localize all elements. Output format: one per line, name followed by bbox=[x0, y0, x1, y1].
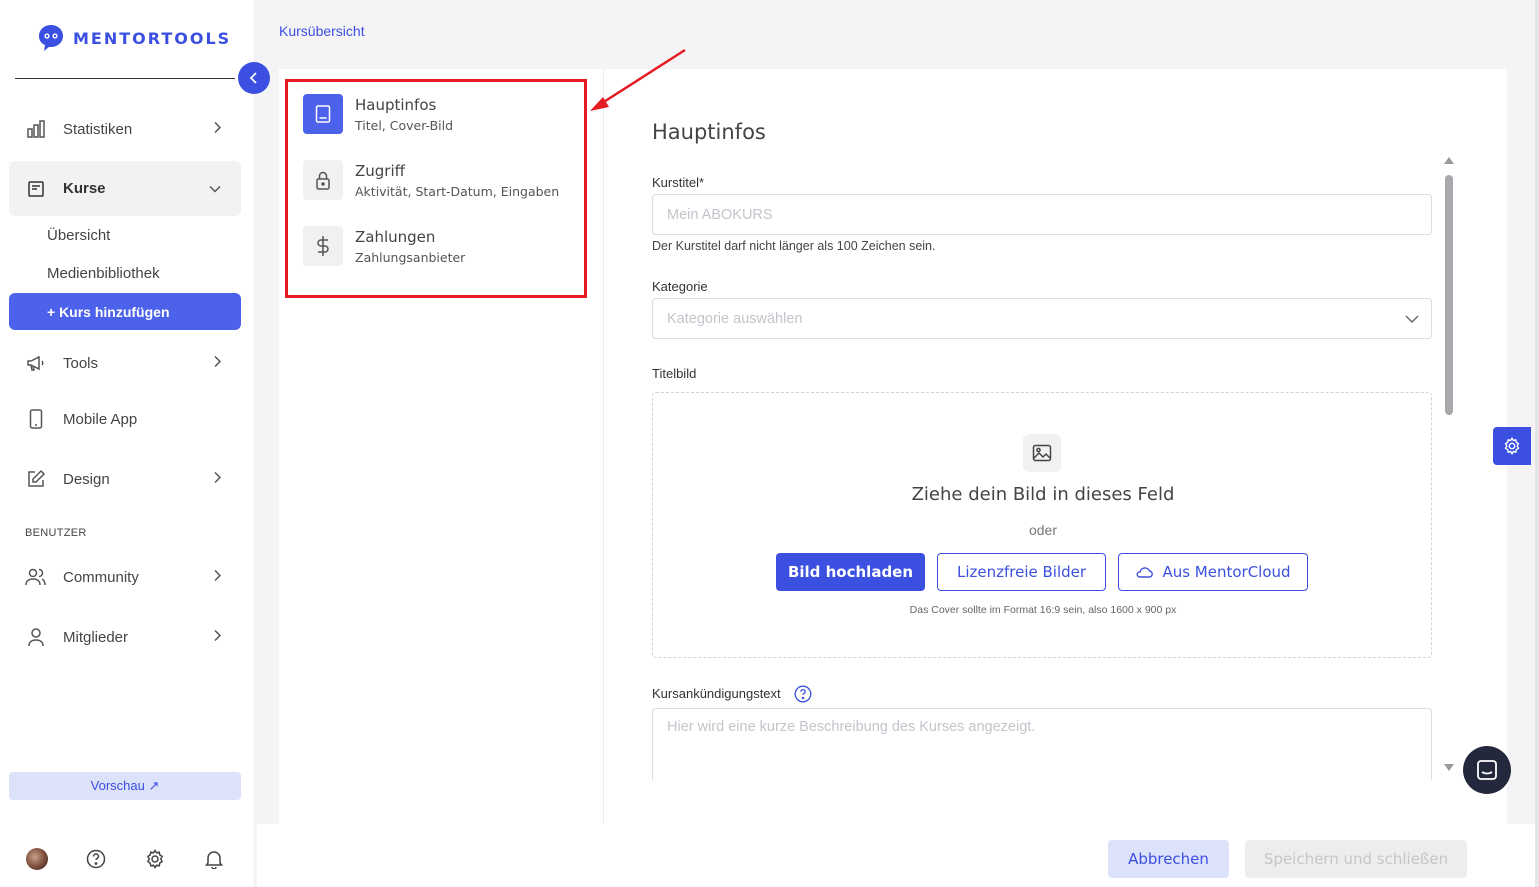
divider bbox=[15, 78, 235, 79]
scroll-down-icon bbox=[1444, 764, 1454, 771]
dollar-icon bbox=[303, 226, 343, 266]
step-zahlungen[interactable]: Zahlungen Zahlungsanbieter bbox=[303, 226, 465, 266]
sidebar-item-label: Tools bbox=[63, 354, 99, 372]
sidebar-item-label: Statistiken bbox=[63, 120, 133, 138]
dropzone-or: oder bbox=[1028, 522, 1058, 538]
step-title: Zugriff bbox=[355, 161, 405, 180]
category-select-value: Kategorie auswählen bbox=[667, 310, 803, 327]
sidebar-item-label: Kurse bbox=[63, 180, 106, 197]
image-dropzone[interactable]: Ziehe dein Bild in dieses Feld oder Bild… bbox=[652, 392, 1432, 658]
phone-icon bbox=[25, 408, 47, 430]
chevron-right-icon bbox=[213, 121, 222, 138]
chevron-down-icon bbox=[209, 180, 221, 197]
chat-launcher-button[interactable] bbox=[1463, 746, 1511, 794]
users-icon bbox=[25, 566, 47, 588]
sidebar-item-statistiken[interactable]: Statistiken bbox=[9, 107, 241, 151]
dropzone-title: Ziehe dein Bild in dieses Feld bbox=[911, 484, 1175, 505]
course-title-label: Kurstitel* bbox=[652, 175, 705, 190]
sidebar-item-mobile-app[interactable]: Mobile App bbox=[9, 397, 241, 441]
brand-name: MENTORTOOLS bbox=[73, 28, 232, 48]
sidebar-item-label: Community bbox=[63, 568, 139, 586]
cancel-button[interactable]: Abbrechen bbox=[1108, 840, 1229, 878]
user-icon bbox=[25, 626, 47, 648]
sidebar-item-community[interactable]: Community bbox=[9, 555, 241, 599]
chevron-right-icon bbox=[213, 569, 222, 586]
megaphone-icon bbox=[25, 352, 47, 374]
step-title: Zahlungen bbox=[355, 227, 436, 246]
breadcrumb[interactable]: Kursübersicht bbox=[279, 23, 365, 39]
preview-button[interactable]: Vorschau ↗ bbox=[9, 772, 241, 800]
pencil-icon bbox=[25, 468, 47, 490]
page-title: Hauptinfos bbox=[652, 120, 766, 144]
bar-chart-icon bbox=[25, 118, 47, 140]
page-scrollbar[interactable] bbox=[1535, 0, 1539, 887]
sidebar-sub-medienbibliothek[interactable]: Medienbibliothek bbox=[47, 265, 160, 282]
chevron-right-icon bbox=[213, 471, 222, 488]
free-images-button[interactable]: Lizenzfreie Bilder bbox=[937, 553, 1106, 591]
collapse-sidebar-button[interactable] bbox=[238, 62, 270, 94]
robot-logo-icon bbox=[39, 25, 63, 51]
announcement-label: Kursankündigungstext bbox=[652, 686, 781, 701]
scroll-up-icon bbox=[1444, 157, 1454, 164]
chevron-right-icon bbox=[213, 629, 222, 646]
sidebar-item-label: Mitglieder bbox=[63, 628, 129, 646]
help-icon[interactable] bbox=[84, 847, 108, 871]
sidebar-item-kurse[interactable]: Kurse bbox=[9, 161, 241, 216]
bell-icon[interactable] bbox=[202, 847, 226, 871]
sidebar-sub-uebersicht[interactable]: Übersicht bbox=[47, 227, 110, 244]
avatar[interactable] bbox=[26, 848, 48, 870]
book-icon bbox=[303, 94, 343, 134]
step-subtitle: Titel, Cover-Bild bbox=[355, 117, 454, 133]
step-hauptinfos[interactable]: Hauptinfos Titel, Cover-Bild bbox=[303, 94, 453, 134]
section-label-benutzer: BENUTZER bbox=[25, 527, 87, 539]
save-and-close-button[interactable]: Speichern und schließen bbox=[1245, 840, 1467, 878]
book-icon bbox=[25, 178, 47, 200]
lock-icon bbox=[303, 160, 343, 200]
annotation-arrow bbox=[590, 48, 686, 111]
settings-gear-icon[interactable] bbox=[143, 847, 167, 871]
mentorcloud-button-label: Aus MentorCloud bbox=[1162, 563, 1291, 581]
sidebar-item-mitglieder[interactable]: Mitglieder bbox=[9, 615, 241, 659]
help-circle-icon[interactable] bbox=[794, 685, 812, 708]
chevron-left-icon bbox=[250, 72, 257, 84]
sidebar-footer bbox=[0, 843, 255, 873]
course-title-hint: Der Kurstitel darf nicht länger als 100 … bbox=[652, 239, 936, 253]
cover-label: Titelbild bbox=[652, 366, 697, 381]
step-title: Hauptinfos bbox=[355, 95, 437, 114]
floating-settings-button[interactable] bbox=[1493, 427, 1531, 465]
cloud-icon bbox=[1136, 567, 1154, 578]
sidebar-item-label: Mobile App bbox=[63, 410, 138, 428]
sidebar-item-design[interactable]: Design bbox=[9, 457, 241, 501]
chevron-right-icon bbox=[213, 355, 222, 372]
sidebar-item-tools[interactable]: Tools bbox=[9, 341, 241, 385]
chevron-down-icon bbox=[1405, 311, 1419, 327]
add-course-button[interactable]: + Kurs hinzufügen bbox=[9, 293, 241, 330]
cover-format-note: Das Cover sollte im Format 16:9 sein, al… bbox=[909, 604, 1177, 616]
sidebar-item-label: Design bbox=[63, 470, 110, 488]
brand-logo[interactable]: MENTORTOOLS bbox=[35, 22, 231, 54]
sidebar: MENTORTOOLS Statistiken Kurse Übersicht … bbox=[0, 0, 255, 887]
gear-icon bbox=[1504, 437, 1520, 455]
step-zugriff[interactable]: Zugriff Aktivität, Start-Datum, Eingaben bbox=[303, 160, 559, 200]
mentorcloud-button[interactable]: Aus MentorCloud bbox=[1118, 553, 1308, 591]
category-select[interactable]: Kategorie auswählen bbox=[652, 298, 1432, 339]
upload-image-button[interactable]: Bild hochladen bbox=[776, 553, 925, 591]
announcement-textarea[interactable]: Hier wird eine kurze Beschreibung des Ku… bbox=[652, 708, 1432, 780]
course-title-input[interactable]: Mein ABOKURS bbox=[652, 194, 1432, 235]
step-subtitle: Aktivität, Start-Datum, Eingaben bbox=[355, 183, 560, 199]
image-icon bbox=[1023, 434, 1061, 472]
form-scrollbar-thumb[interactable] bbox=[1445, 175, 1453, 415]
category-label: Kategorie bbox=[652, 279, 708, 294]
chat-icon bbox=[1477, 760, 1497, 780]
step-subtitle: Zahlungsanbieter bbox=[355, 249, 466, 265]
